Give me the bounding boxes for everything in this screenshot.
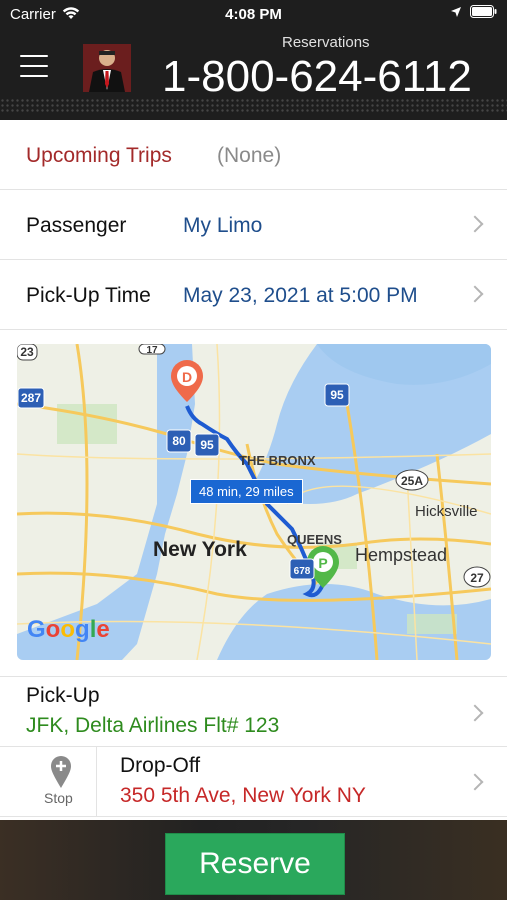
shield-17: 17 bbox=[146, 345, 158, 356]
passenger-label: Passenger bbox=[26, 214, 127, 237]
shield-678: 678 bbox=[294, 566, 311, 577]
upcoming-trips-label: Upcoming Trips bbox=[26, 144, 172, 167]
menu-line bbox=[20, 55, 48, 57]
chauffeur-logo bbox=[83, 44, 131, 92]
add-stop-button[interactable]: Stop bbox=[26, 746, 97, 816]
pickup-time-value: May 23, 2021 at 5:00 PM bbox=[183, 284, 418, 307]
dropoff-label: Drop-Off bbox=[120, 754, 201, 777]
stop-label: Stop bbox=[44, 790, 73, 806]
shield-287: 287 bbox=[21, 391, 41, 405]
route-map[interactable]: 287 80 95 95 25A 27 23 17 678 D P New Yo… bbox=[17, 344, 491, 660]
location-arrow-icon bbox=[451, 6, 461, 17]
status-bar: Carrier 4:08 PM bbox=[0, 0, 507, 28]
passenger-row[interactable]: Passenger My Limo bbox=[0, 190, 507, 260]
chevron-right-icon bbox=[466, 773, 484, 791]
pickup-label: Pick-Up bbox=[26, 684, 100, 707]
reserve-button[interactable]: Reserve bbox=[165, 833, 345, 895]
upcoming-trips-row[interactable]: Upcoming Trips (None) bbox=[0, 120, 507, 190]
map-label-hempstead: Hempstead bbox=[355, 545, 448, 565]
pickup-value: JFK, Delta Airlines Flt# 123 bbox=[26, 714, 280, 737]
map-label-queens: QUEENS bbox=[287, 532, 342, 547]
reservations-label: Reservations bbox=[282, 34, 370, 51]
dropoff-value: 350 5th Ave, New York NY bbox=[120, 784, 366, 807]
map-label-new-york: New York bbox=[153, 538, 247, 561]
shield-95a: 95 bbox=[200, 438, 214, 452]
shield-80: 80 bbox=[172, 434, 186, 448]
chevron-right-icon bbox=[466, 704, 484, 722]
map-label-hicksville: Hicksville bbox=[415, 503, 478, 520]
shield-95b: 95 bbox=[330, 388, 344, 402]
google-logo: Google bbox=[27, 616, 110, 643]
chevron-right-icon bbox=[466, 215, 484, 233]
shield-25a: 25A bbox=[401, 474, 423, 488]
shield-23: 23 bbox=[20, 345, 34, 359]
app-header: Carrier 4:08 PM Reservations 1-800-624-6… bbox=[0, 0, 507, 120]
menu-line bbox=[20, 65, 48, 67]
reservations-phone-link[interactable]: 1-800-624-6112 bbox=[162, 52, 472, 102]
pickup-time-label: Pick-Up Time bbox=[26, 284, 151, 307]
clock: 4:08 PM bbox=[225, 6, 282, 23]
chevron-right-icon bbox=[466, 285, 484, 303]
shield-27: 27 bbox=[470, 571, 484, 585]
map-label-the-bronx: THE BRONX bbox=[239, 453, 316, 468]
upcoming-trips-value: (None) bbox=[217, 144, 282, 167]
hamburger-menu-button[interactable] bbox=[20, 55, 48, 79]
route-duration-badge: 48 min, 29 miles bbox=[190, 479, 303, 504]
pickup-time-row[interactable]: Pick-Up Time May 23, 2021 at 5:00 PM bbox=[0, 260, 507, 330]
pickup-marker-letter: P bbox=[318, 555, 327, 571]
passenger-value: My Limo bbox=[183, 214, 263, 237]
dropoff-marker-letter: D bbox=[182, 369, 192, 385]
menu-line bbox=[20, 75, 48, 77]
battery-icon bbox=[470, 5, 497, 18]
add-stop-pin-icon bbox=[51, 756, 71, 788]
